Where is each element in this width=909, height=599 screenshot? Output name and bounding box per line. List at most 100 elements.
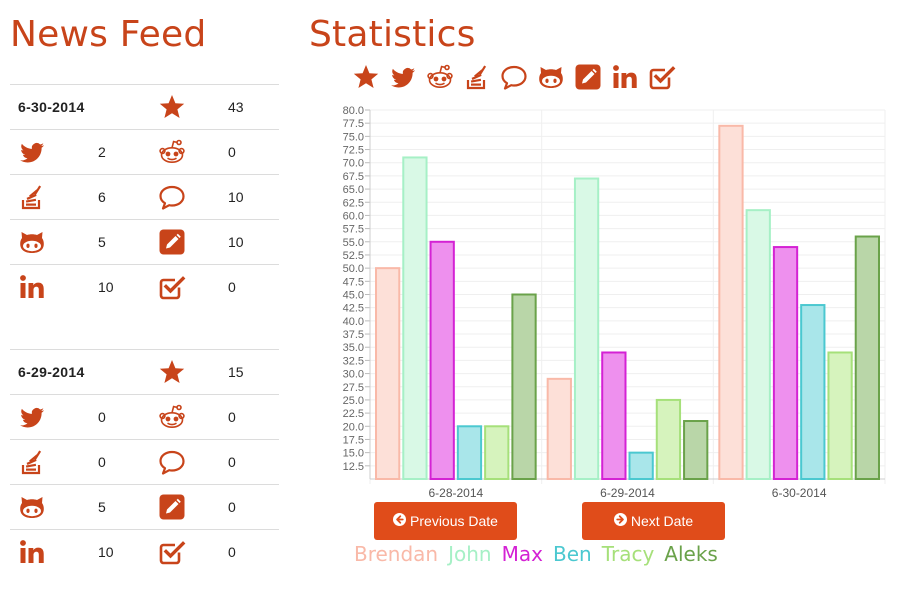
chart-bar bbox=[573, 177, 600, 480]
stackoverflow-icon[interactable] bbox=[463, 63, 491, 91]
chart-bar bbox=[456, 425, 483, 480]
y-tick-label: 57.5 bbox=[343, 224, 364, 236]
reddit-icon[interactable] bbox=[426, 63, 454, 91]
star-icon bbox=[158, 93, 186, 121]
y-tick-label: 45.0 bbox=[343, 290, 364, 302]
twitter-icon[interactable] bbox=[389, 63, 417, 91]
feed-stat-value: 0 bbox=[228, 264, 279, 309]
comment-icon bbox=[158, 448, 186, 476]
y-tick-label: 22.5 bbox=[343, 408, 364, 420]
feed-stat-row: 0 0 bbox=[10, 394, 279, 440]
y-tick-label: 52.5 bbox=[343, 250, 364, 262]
edit-icon bbox=[158, 228, 186, 256]
check-square-icon[interactable] bbox=[648, 63, 676, 91]
chart-bar bbox=[375, 267, 401, 480]
chart-bar bbox=[601, 351, 627, 480]
feed-stat-value: 5 bbox=[98, 484, 158, 530]
previous-date-button[interactable]: Previous Date bbox=[374, 502, 517, 540]
feed-stat-row: 10 0 bbox=[10, 529, 279, 574]
y-tick-label: 67.5 bbox=[343, 171, 364, 183]
stackoverflow-icon bbox=[18, 183, 46, 211]
chart-bar bbox=[429, 240, 455, 480]
feed-stat-value: 0 bbox=[228, 129, 279, 175]
chart-bar bbox=[484, 425, 510, 480]
y-tick-label: 77.5 bbox=[343, 118, 364, 130]
chart-bar bbox=[745, 209, 771, 481]
y-tick-label: 15.0 bbox=[343, 448, 364, 460]
statistics-title: Statistics bbox=[309, 14, 476, 55]
statistics-filter-bar bbox=[352, 62, 676, 92]
chart-legend: Brendan John Max Ben Tracy Aleks bbox=[354, 542, 718, 566]
legend-item: Brendan bbox=[354, 542, 439, 566]
y-tick-label: 32.5 bbox=[343, 355, 364, 367]
feed-date: 6-29-2014 bbox=[10, 349, 158, 395]
y-tick-label: 12.5 bbox=[343, 461, 364, 473]
feed-day-table: 6-30-2014 43 2 0 6 10 5 10 10 0 bbox=[10, 84, 279, 309]
y-tick-label: 47.5 bbox=[343, 276, 364, 288]
x-tick-label: 6-29-2014 bbox=[600, 486, 655, 500]
legend-item: Max bbox=[501, 542, 543, 566]
feed-stat-row: 5 10 bbox=[10, 219, 279, 265]
feed-stat-value: 10 bbox=[228, 174, 279, 220]
feed-day-table: 6-29-2014 15 0 0 0 0 5 0 10 0 bbox=[10, 349, 279, 574]
y-tick-label: 17.5 bbox=[343, 434, 364, 446]
edit-icon bbox=[158, 493, 186, 521]
next-date-button[interactable]: Next Date bbox=[582, 502, 725, 540]
y-tick-label: 80.0 bbox=[343, 105, 364, 117]
chart-bar bbox=[402, 156, 428, 480]
feed-stat-row: 10 0 bbox=[10, 264, 279, 309]
comment-icon bbox=[158, 183, 186, 211]
star-count: 43 bbox=[228, 84, 279, 130]
twitter-icon bbox=[18, 403, 46, 431]
comment-icon[interactable] bbox=[500, 63, 528, 91]
legend-item: Tracy bbox=[601, 542, 655, 566]
feed-date-row: 6-29-2014 15 bbox=[10, 349, 279, 395]
chart-bar bbox=[683, 420, 709, 480]
y-tick-label: 70.0 bbox=[343, 158, 364, 170]
y-tick-label: 25.0 bbox=[343, 395, 364, 407]
feed-stat-row: 6 10 bbox=[10, 174, 279, 220]
feed-stat-value: 10 bbox=[98, 264, 158, 309]
github-icon[interactable] bbox=[537, 63, 565, 91]
chart-bar bbox=[655, 398, 682, 480]
x-tick-label: 6-28-2014 bbox=[428, 486, 483, 500]
feed-stat-value: 5 bbox=[98, 219, 158, 265]
github-icon bbox=[18, 493, 46, 521]
chart-bar bbox=[546, 377, 572, 481]
feed-stat-value: 0 bbox=[98, 394, 158, 440]
y-tick-label: 35.0 bbox=[343, 342, 364, 354]
feed-date-row: 6-30-2014 43 bbox=[10, 84, 279, 130]
twitter-icon bbox=[18, 138, 46, 166]
reddit-icon bbox=[158, 138, 186, 166]
star-icon[interactable] bbox=[352, 63, 380, 91]
y-tick-label: 37.5 bbox=[343, 329, 364, 341]
feed-stat-row: 5 0 bbox=[10, 484, 279, 530]
next-date-label: Next Date bbox=[630, 513, 694, 529]
y-tick-label: 27.5 bbox=[343, 382, 364, 394]
feed-stat-value: 10 bbox=[228, 219, 279, 265]
linkedin-icon bbox=[18, 538, 46, 566]
feed-stat-value: 6 bbox=[98, 174, 158, 220]
edit-icon[interactable] bbox=[574, 63, 602, 91]
x-tick-label: 6-30-2014 bbox=[772, 486, 827, 500]
stackoverflow-icon bbox=[18, 448, 46, 476]
star-count: 15 bbox=[228, 349, 279, 395]
check-square-icon bbox=[158, 273, 186, 301]
y-tick-label: 40.0 bbox=[343, 316, 364, 328]
star-icon bbox=[158, 358, 186, 386]
feed-stat-value: 0 bbox=[228, 484, 279, 530]
y-tick-label: 30.0 bbox=[343, 369, 364, 381]
y-tick-label: 65.0 bbox=[343, 184, 364, 196]
feed-stat-value: 2 bbox=[98, 129, 158, 175]
legend-item: Ben bbox=[552, 542, 592, 566]
feed-date: 6-30-2014 bbox=[10, 84, 158, 130]
feed-stat-row: 0 0 bbox=[10, 439, 279, 485]
chart-bar bbox=[854, 235, 881, 480]
legend-item: John bbox=[448, 542, 492, 566]
feed-stat-value: 0 bbox=[98, 439, 158, 485]
chart-bar bbox=[772, 246, 799, 480]
feed-stat-value: 10 bbox=[98, 529, 158, 574]
y-tick-label: 42.5 bbox=[343, 303, 364, 315]
linkedin-icon[interactable] bbox=[611, 63, 639, 91]
reddit-icon bbox=[158, 403, 186, 431]
